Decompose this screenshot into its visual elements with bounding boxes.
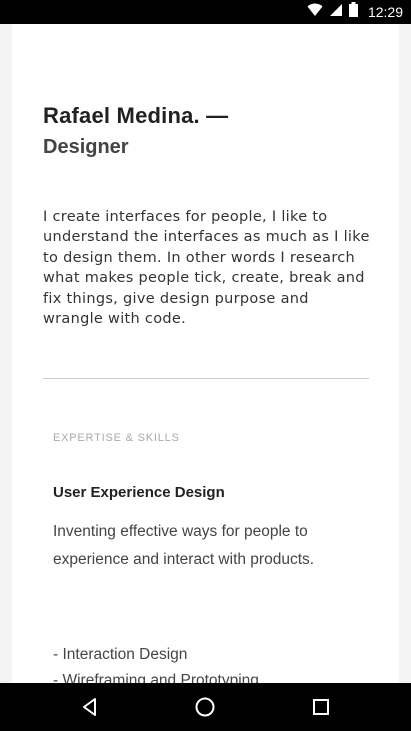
- signal-icon: [329, 3, 343, 22]
- profile-name: Rafael Medina. —: [43, 103, 229, 128]
- battery-icon: [348, 2, 358, 22]
- recents-icon: [313, 699, 329, 715]
- skill-list: - Interaction Design - Wireframing and P…: [53, 642, 259, 683]
- status-time: 12:29: [367, 4, 403, 20]
- recents-button[interactable]: [305, 691, 337, 723]
- home-button[interactable]: [189, 691, 221, 723]
- skill-list-item: - Interaction Design: [53, 646, 188, 663]
- back-icon: [83, 698, 96, 716]
- navigation-bar: [0, 683, 411, 731]
- skill-list-item: - Wireframing and Prototyping: [53, 672, 259, 683]
- skill-description: Inventing effective ways for people to e…: [53, 523, 315, 568]
- section-divider: [43, 378, 369, 379]
- expertise-section-label: EXPERTISE & SKILLS: [53, 432, 180, 444]
- wifi-icon: [307, 3, 323, 22]
- profile-role: Designer: [43, 136, 129, 158]
- status-bar: 12:29: [0, 0, 411, 24]
- back-button[interactable]: [74, 691, 106, 723]
- profile-bio: I create interfaces for people, I like t…: [43, 209, 370, 328]
- status-icons: 12:29: [307, 0, 403, 24]
- skill-title: User Experience Design: [53, 484, 225, 501]
- profile-card: Rafael Medina. — Designer I create inter…: [12, 24, 399, 683]
- home-icon: [195, 697, 215, 717]
